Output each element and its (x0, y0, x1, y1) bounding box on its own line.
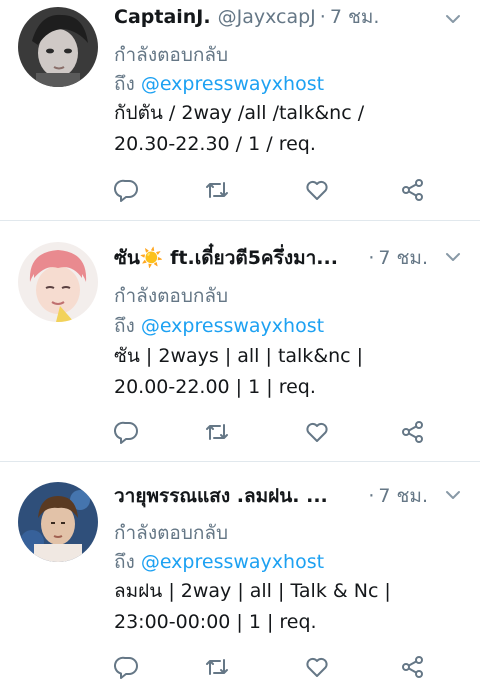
separator: · (368, 485, 375, 507)
heart-icon[interactable] (304, 654, 330, 680)
tweet-header: CaptainJ. @JayxcapJ · 7 ชม. (114, 2, 428, 32)
retweet-icon[interactable] (204, 654, 230, 680)
chevron-down-icon[interactable] (442, 8, 464, 30)
replying-label: กำลังตอบกลับ (114, 44, 229, 66)
replying-label: กำลังตอบกลับ (114, 522, 229, 544)
retweet-icon[interactable] (204, 419, 230, 445)
heart-icon[interactable] (304, 419, 330, 445)
tweet[interactable]: ซัน☀️ ft.เดี๋ยวตี5ครึ่งมา... · 7 ชม. กำล… (0, 221, 480, 462)
retweet-icon[interactable] (204, 177, 230, 203)
replying-to: ถึง @expresswayxhost (114, 69, 324, 99)
mention-link[interactable]: @expresswayxhost (141, 73, 324, 95)
chevron-down-icon[interactable] (442, 246, 464, 268)
tweet-text: ซัน | 2ways | all | talk&nc | 20.00-22.0… (114, 341, 460, 403)
timestamp[interactable]: 7 ชม. (330, 2, 380, 32)
tweet[interactable]: CaptainJ. @JayxcapJ · 7 ชม. กำลังตอบกลับ… (0, 0, 480, 221)
tweet-header: วายุพรรณแสง .ลมฝน. ... · 7 ชม. (114, 481, 428, 511)
tweet-text-line: 20.30-22.30 / 1 / req. (114, 133, 316, 155)
avatar[interactable] (18, 242, 98, 322)
avatar[interactable] (18, 7, 98, 87)
mention-link[interactable]: @expresswayxhost (141, 551, 324, 573)
tweet-text: ลมฝน | 2way | all | Talk & Nc | 23:00-00… (114, 576, 460, 638)
reply-icon[interactable] (114, 177, 140, 203)
replying-to: ถึง @expresswayxhost (114, 547, 324, 577)
replying-to-prefix: ถึง (114, 73, 135, 95)
reply-icon[interactable] (114, 419, 140, 445)
tweet-actions (114, 177, 434, 203)
replying-label: กำลังตอบกลับ (114, 285, 229, 307)
timestamp[interactable]: 7 ชม. (378, 481, 428, 511)
tweet-actions (114, 419, 434, 445)
tweet-text-line: ลมฝน | 2way | all | Talk & Nc | (114, 580, 391, 602)
display-name[interactable]: วายุพรรณแสง .ลมฝน. ... (114, 481, 364, 511)
tweet-text-line: ซัน | 2ways | all | talk&nc | (114, 345, 364, 367)
chevron-down-icon[interactable] (442, 484, 464, 506)
tweet-actions (114, 654, 434, 680)
share-icon[interactable] (400, 419, 426, 445)
display-name[interactable]: CaptainJ. (114, 6, 211, 28)
tweet-text-line: 23:00-00:00 | 1 | req. (114, 611, 317, 633)
share-icon[interactable] (400, 177, 426, 203)
replying-to-prefix: ถึง (114, 315, 135, 337)
reply-icon[interactable] (114, 654, 140, 680)
share-icon[interactable] (400, 654, 426, 680)
separator: · (368, 247, 375, 269)
display-name[interactable]: ซัน☀️ ft.เดี๋ยวตี5ครึ่งมา... (114, 243, 364, 273)
tweet-text-line: กัปตัน / 2way /all /talk&nc / (114, 102, 365, 124)
replying-to: ถึง @expresswayxhost (114, 311, 324, 341)
mention-link[interactable]: @expresswayxhost (141, 315, 324, 337)
user-handle[interactable]: @JayxcapJ (218, 6, 316, 28)
timestamp[interactable]: 7 ชม. (378, 243, 428, 273)
avatar[interactable] (18, 482, 98, 562)
heart-icon[interactable] (304, 177, 330, 203)
tweet-text-line: 20.00-22.00 | 1 | req. (114, 376, 316, 398)
separator: · (319, 6, 326, 28)
tweet-header: ซัน☀️ ft.เดี๋ยวตี5ครึ่งมา... · 7 ชม. (114, 243, 428, 273)
tweet-text: กัปตัน / 2way /all /talk&nc / 20.30-22.3… (114, 98, 460, 160)
replying-to-prefix: ถึง (114, 551, 135, 573)
tweet[interactable]: วายุพรรณแสง .ลมฝน. ... · 7 ชม. กำลังตอบก… (0, 462, 480, 680)
